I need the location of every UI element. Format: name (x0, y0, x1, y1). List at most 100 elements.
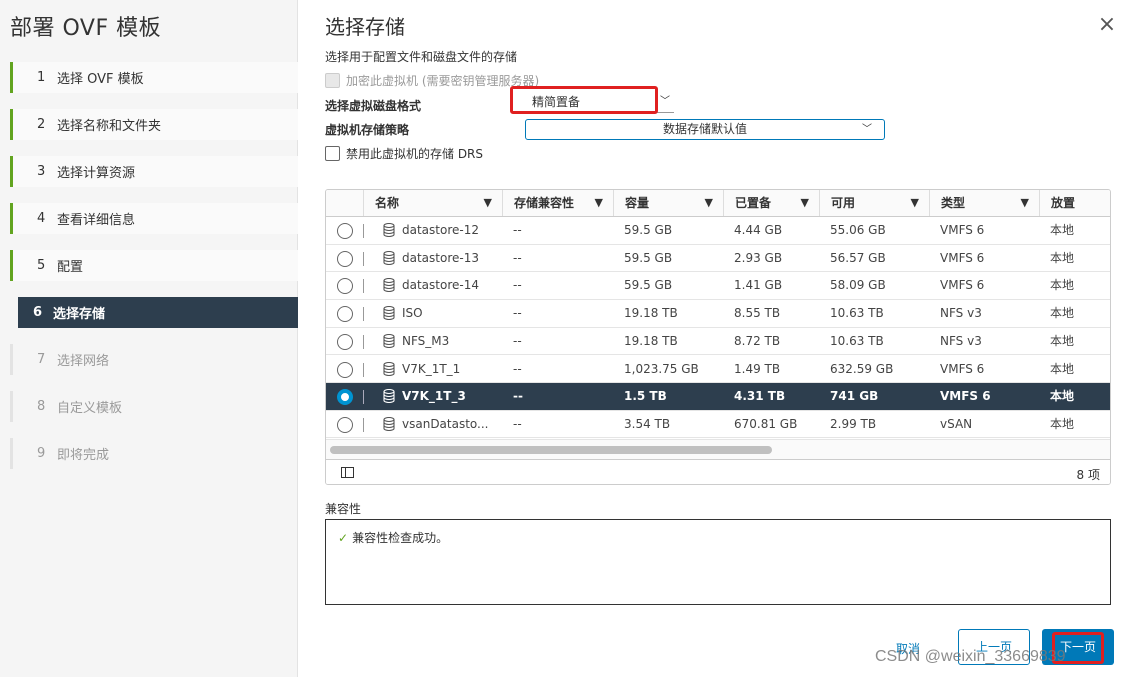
cell-placement: 本地 (1039, 217, 1110, 244)
row-radio[interactable] (337, 250, 353, 267)
cell-compat: -- (502, 411, 613, 438)
cell-compat: -- (502, 383, 613, 410)
check-icon: ✓ (338, 531, 349, 545)
filter-icon[interactable]: ▼ (911, 190, 919, 216)
cell-provisioned: 1.49 TB (723, 356, 819, 383)
column-header-label: 名称 (375, 196, 400, 210)
table-row[interactable]: NFS_M3 -- 19.18 TB 8.72 TB 10.63 TB NFS v3 本地 (326, 328, 1110, 356)
cell-provisioned: 4.44 GB (723, 217, 819, 244)
datastore-icon (383, 333, 395, 348)
table-row[interactable]: V7K_1T_1 -- 1,023.75 GB 1.49 TB 632.59 GB VMF… (326, 356, 1110, 383)
row-radio[interactable] (337, 333, 353, 350)
cell-capacity-text: 19.18 TB (624, 306, 678, 321)
compatibility-box: ✓ 兼容性检查成功。 (325, 519, 1111, 605)
cell-free-text: 632.59 GB (830, 361, 894, 376)
horizontal-scrollbar[interactable] (326, 439, 1110, 459)
column-toggle-icon[interactable] (341, 467, 354, 478)
table-row[interactable]: vsanDatasto... -- 3.54 TB 670.81 GB 2.99 TB v… (326, 411, 1110, 439)
column-header[interactable]: 名称 ▼ (363, 190, 502, 216)
cell-free-text: 741 GB (830, 389, 879, 404)
cell-free: 741 GB (819, 383, 929, 410)
cell-compat: -- (502, 245, 613, 272)
cell-capacity-text: 59.5 GB (624, 223, 673, 237)
cell-type: NFS v3 (929, 300, 1039, 327)
cell-compat-text: -- (513, 278, 522, 293)
filter-icon[interactable]: ▼ (705, 190, 713, 216)
column-header-label: 放置 (1051, 196, 1076, 210)
compatibility-text: 兼容性检查成功。 (352, 531, 449, 545)
table-row[interactable]: datastore-14 -- 59.5 GB 1.41 GB 58.09 GB VMFS… (326, 272, 1110, 300)
cell-capacity: 59.5 GB (613, 245, 723, 272)
close-icon[interactable]: × (1097, 14, 1117, 36)
watermark: CSDN @weixin_33669839 (875, 648, 1066, 665)
cell-compat: -- (502, 300, 613, 327)
main-panel: 选择存储 × 选择用于配置文件和磁盘文件的存储 加密此虚拟机 (需要密钥管理服务… (298, 0, 1123, 677)
column-header[interactable]: 已置备 ▼ (723, 190, 819, 216)
table-row[interactable]: V7K_1T_3 -- 1.5 TB 4.31 TB 741 GB VMFS 6 本地 (326, 383, 1110, 411)
step-4[interactable]: 4 查看详细信息 (10, 203, 298, 234)
table-row[interactable]: datastore-12 -- 59.5 GB 4.44 GB 55.06 GB VMFS… (326, 217, 1110, 245)
step-2[interactable]: 2 选择名称和文件夹 (10, 109, 298, 140)
cell-provisioned: 8.72 TB (723, 328, 819, 355)
cell-capacity-text: 59.5 GB (624, 250, 673, 265)
step-3[interactable]: 3 选择计算资源 (10, 156, 298, 187)
row-radio[interactable] (337, 416, 353, 433)
column-header[interactable]: 容量 ▼ (613, 190, 723, 216)
cell-capacity-text: 59.5 GB (624, 278, 673, 293)
column-header[interactable]: 放置 (1039, 190, 1110, 216)
cell-type-text: NFS v3 (940, 306, 982, 321)
cell-name-text: datastore-12 (402, 223, 479, 237)
datastore-icon (383, 223, 395, 237)
row-radio[interactable] (337, 361, 353, 378)
encrypt-option: 加密此虚拟机 (需要密钥管理服务器) (325, 72, 539, 89)
row-divider (363, 417, 364, 432)
filter-icon[interactable]: ▼ (801, 190, 809, 216)
step-number: 3 (37, 164, 46, 179)
cell-name: V7K_1T_3 (363, 383, 502, 410)
row-radio[interactable] (337, 306, 353, 323)
cell-capacity: 59.5 GB (613, 272, 723, 299)
cell-capacity: 1.5 TB (613, 383, 723, 410)
filter-icon[interactable]: ▼ (595, 190, 603, 216)
filter-icon[interactable]: ▼ (484, 190, 492, 216)
cell-placement: 本地 (1039, 356, 1110, 383)
storage-policy-label: 虚拟机存储策略 (325, 123, 410, 137)
step-5[interactable]: 5 配置 (10, 250, 298, 281)
cell-type: vSAN (929, 411, 1039, 438)
table-row[interactable]: datastore-13 -- 59.5 GB 2.93 GB 56.57 GB VMFS… (326, 245, 1110, 273)
drs-label: 禁用此虚拟机的存储 DRS (346, 147, 484, 161)
compatibility-message: ✓ 兼容性检查成功。 (338, 529, 448, 546)
storage-policy-select[interactable]: 数据存储默认值 ﹀ (525, 119, 885, 140)
column-header[interactable]: 类型 ▼ (929, 190, 1039, 216)
cell-free: 56.57 GB (819, 245, 929, 272)
cell-provisioned: 670.81 GB (723, 411, 819, 438)
step-1[interactable]: 1 选择 OVF 模板 (10, 62, 298, 93)
step-8: 8 自定义模板 (10, 391, 298, 422)
table-row[interactable]: ISO -- 19.18 TB 8.55 TB 10.63 TB NFS v3 本地 (326, 300, 1110, 328)
row-radio[interactable] (337, 389, 353, 406)
row-radio[interactable] (337, 223, 353, 239)
cell-type-text: VMFS 6 (940, 361, 985, 376)
step-6[interactable]: 6 选择存储 (18, 297, 298, 328)
datastore-grid: 名称 ▼ 存储兼容性 ▼ 容量 ▼ 已置备 ▼ 可用 ▼ 类型 ▼ 放置 datastore-12 -- 5… (325, 189, 1111, 485)
chevron-down-icon: ﹀ (862, 124, 872, 135)
step-label: 选择计算资源 (57, 166, 136, 181)
drs-checkbox[interactable] (325, 146, 340, 161)
cell-placement-text: 本地 (1050, 389, 1075, 404)
cell-name: datastore-12 (363, 217, 502, 244)
cell-compat-text: -- (513, 223, 522, 237)
column-header[interactable]: 可用 ▼ (819, 190, 929, 216)
datastore-icon (383, 361, 395, 376)
column-header[interactable]: 存储兼容性 ▼ (502, 190, 613, 216)
cell-placement: 本地 (1039, 328, 1110, 355)
scrollbar-thumb[interactable] (330, 446, 772, 454)
filter-icon[interactable]: ▼ (1021, 190, 1029, 216)
chevron-down-icon: ﹀ (660, 96, 670, 107)
wizard-title: 部署 OVF 模板 (10, 16, 162, 41)
cell-type-text: VMFS 6 (940, 278, 985, 293)
row-radio[interactable] (337, 278, 353, 295)
step-number: 5 (37, 258, 46, 273)
cell-name-text: datastore-13 (402, 250, 479, 265)
cell-provisioned-text: 4.31 TB (734, 389, 786, 404)
drs-option[interactable]: 禁用此虚拟机的存储 DRS (325, 145, 483, 162)
